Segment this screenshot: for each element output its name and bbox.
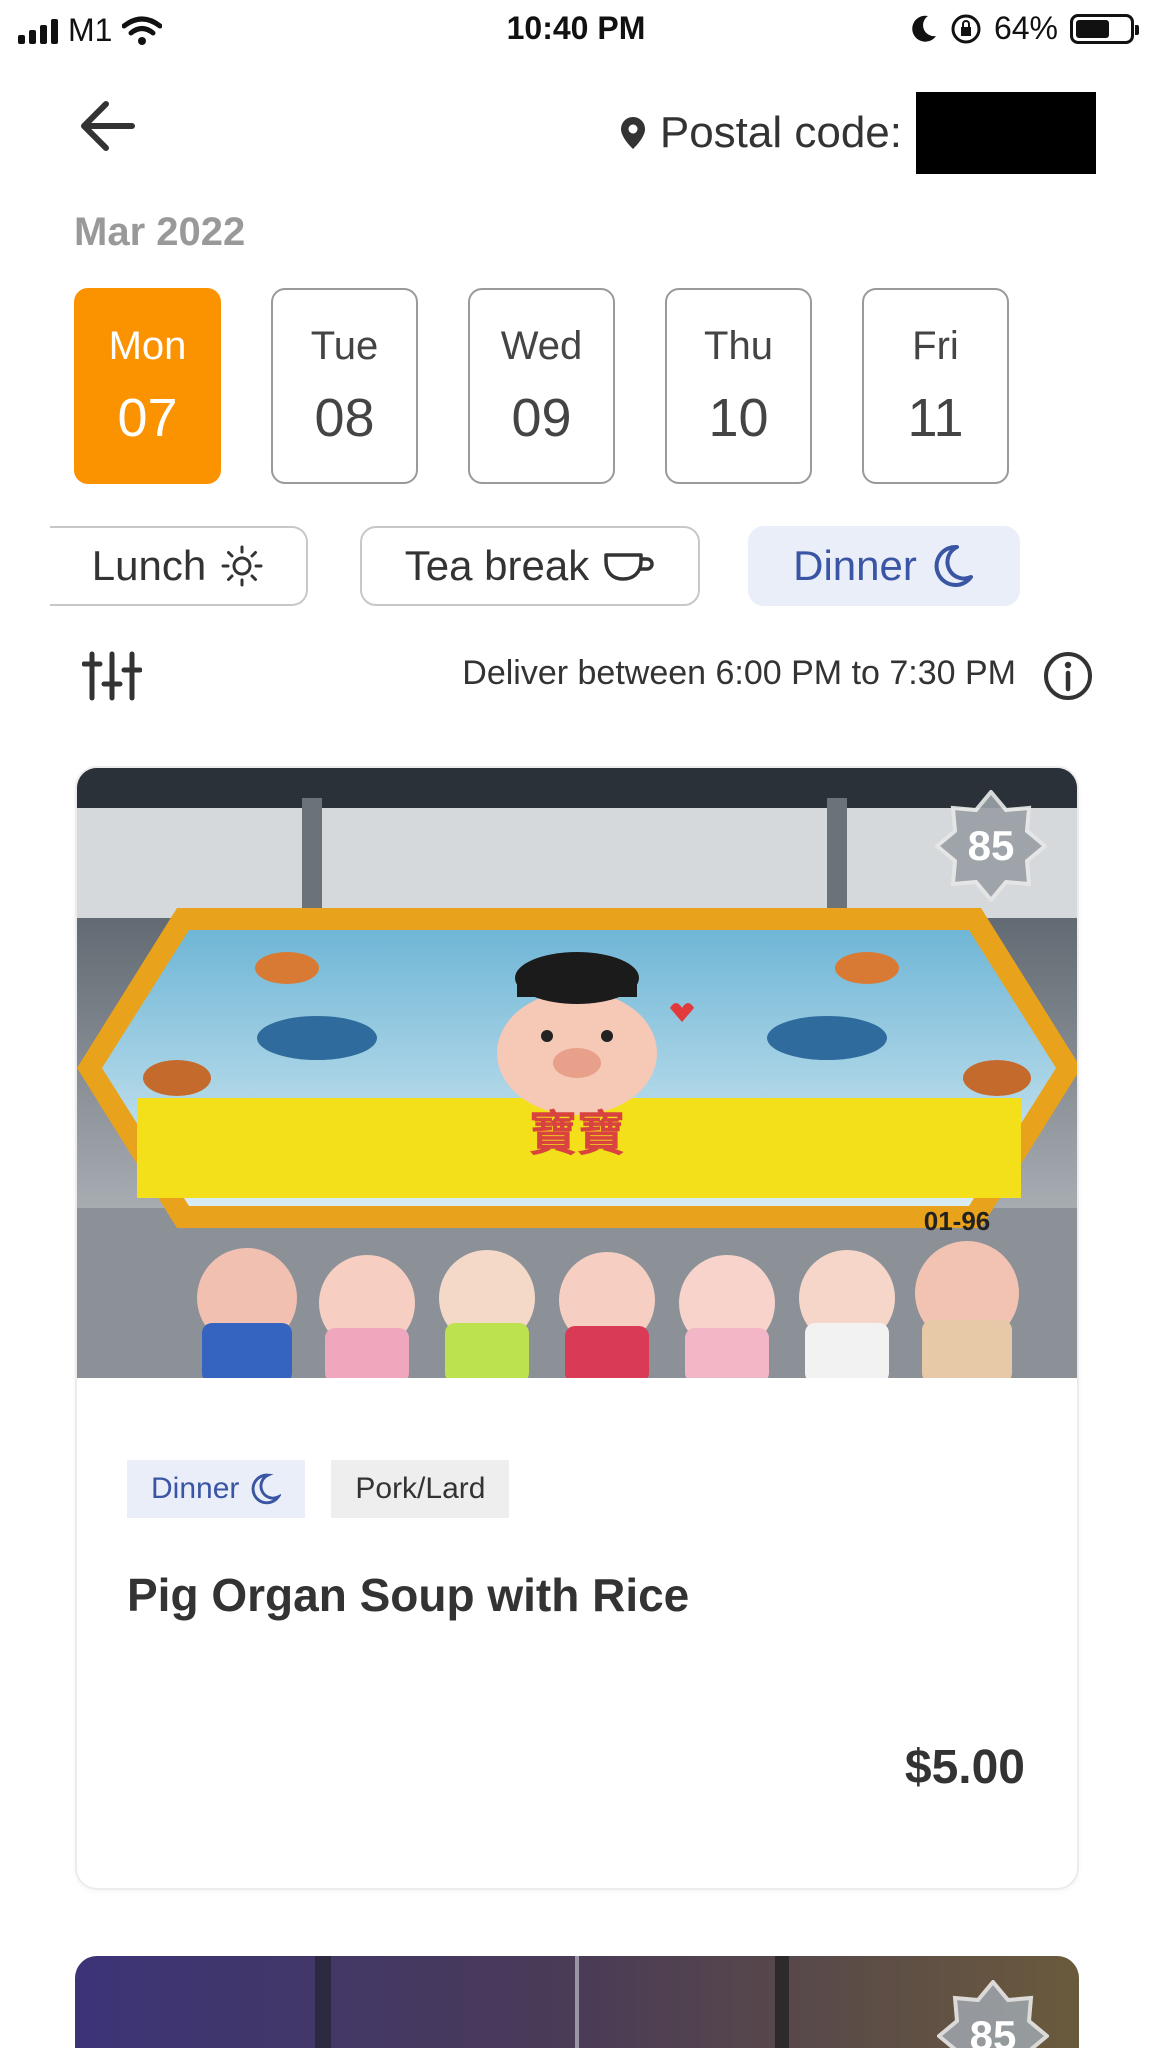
dish-card[interactable]: 寶寶 01-96 85 Dinner Pork/Lard Pig Organ S… <box>75 766 1079 1890</box>
postal-code-value-redacted[interactable] <box>916 92 1096 174</box>
info-icon[interactable] <box>1042 650 1094 702</box>
tag-dietary: Pork/Lard <box>331 1460 510 1518</box>
delivery-window: Deliver between 6:00 PM to 7:30 PM <box>462 654 1016 692</box>
day-number: 07 <box>117 387 178 448</box>
dish-tags: Dinner Pork/Lard <box>127 1460 510 1518</box>
day-selector: Mon 07 Tue 08 Wed 09 Thu 10 Fri 11 <box>74 288 1009 484</box>
status-right: 64% <box>910 10 1139 47</box>
stall-number: 01-96 <box>924 1206 991 1236</box>
tab-lunch-label: Lunch <box>91 542 207 589</box>
dish-name: Pig Organ Soup with Rice <box>127 1569 690 1621</box>
tab-tea-break[interactable]: Tea break <box>360 526 700 606</box>
day-mon[interactable]: Mon 07 <box>74 288 221 484</box>
dish-image <box>75 1956 1079 2048</box>
tab-tea-break-label: Tea break <box>404 542 590 589</box>
postal-code[interactable]: Postal code: <box>620 92 1096 174</box>
day-number: 09 <box>511 387 572 448</box>
day-name: Tue <box>310 323 379 368</box>
day-name: Thu <box>704 323 773 368</box>
moon-icon <box>912 15 936 42</box>
moon-icon <box>934 544 973 587</box>
battery-percent: 64% <box>993 10 1058 46</box>
meal-tabs: Lunch Tea break Dinner <box>50 526 1152 608</box>
tag-meal-label: Dinner <box>151 1472 240 1505</box>
rotation-lock-icon <box>951 14 981 43</box>
dish-image: 寶寶 01-96 <box>77 768 1077 1378</box>
location-pin-icon <box>620 117 645 149</box>
battery-icon <box>1070 13 1139 44</box>
tab-dinner-label: Dinner <box>793 542 917 589</box>
tab-lunch[interactable]: Lunch <box>50 526 308 606</box>
score-value: 85 <box>967 822 1015 869</box>
day-number: 08 <box>314 387 375 448</box>
back-arrow-icon[interactable] <box>78 98 138 154</box>
stall-sign-illustration: 寶寶 01-96 <box>77 768 1077 1378</box>
day-wed[interactable]: Wed 09 <box>468 288 615 484</box>
tag-meal: Dinner <box>127 1460 306 1518</box>
score-value: 85 <box>969 2012 1017 2048</box>
day-number: 11 <box>907 387 964 448</box>
sun-icon <box>221 545 263 587</box>
status-bar: M1 10:40 PM 64% <box>0 0 1152 58</box>
day-thu[interactable]: Thu 10 <box>665 288 812 484</box>
day-name: Fri <box>912 323 959 368</box>
sign-chinese-text: 寶寶 <box>529 1106 625 1162</box>
tab-dinner[interactable]: Dinner <box>748 526 1020 606</box>
day-name: Mon <box>108 323 187 368</box>
day-tue[interactable]: Tue 08 <box>271 288 418 484</box>
moon-icon <box>252 1473 282 1505</box>
month-label: Mar 2022 <box>74 210 246 254</box>
day-number: 10 <box>708 387 769 448</box>
filter-sliders-icon[interactable] <box>82 650 142 702</box>
dish-price: $5.00 <box>904 1741 1025 1794</box>
dish-card[interactable]: 85 <box>75 1956 1079 2048</box>
day-name: Wed <box>500 323 583 368</box>
tag-dietary-label: Pork/Lard <box>355 1472 486 1505</box>
postal-code-label: Postal code: <box>659 108 902 157</box>
cup-icon <box>604 553 654 581</box>
day-fri[interactable]: Fri 11 <box>862 288 1009 484</box>
